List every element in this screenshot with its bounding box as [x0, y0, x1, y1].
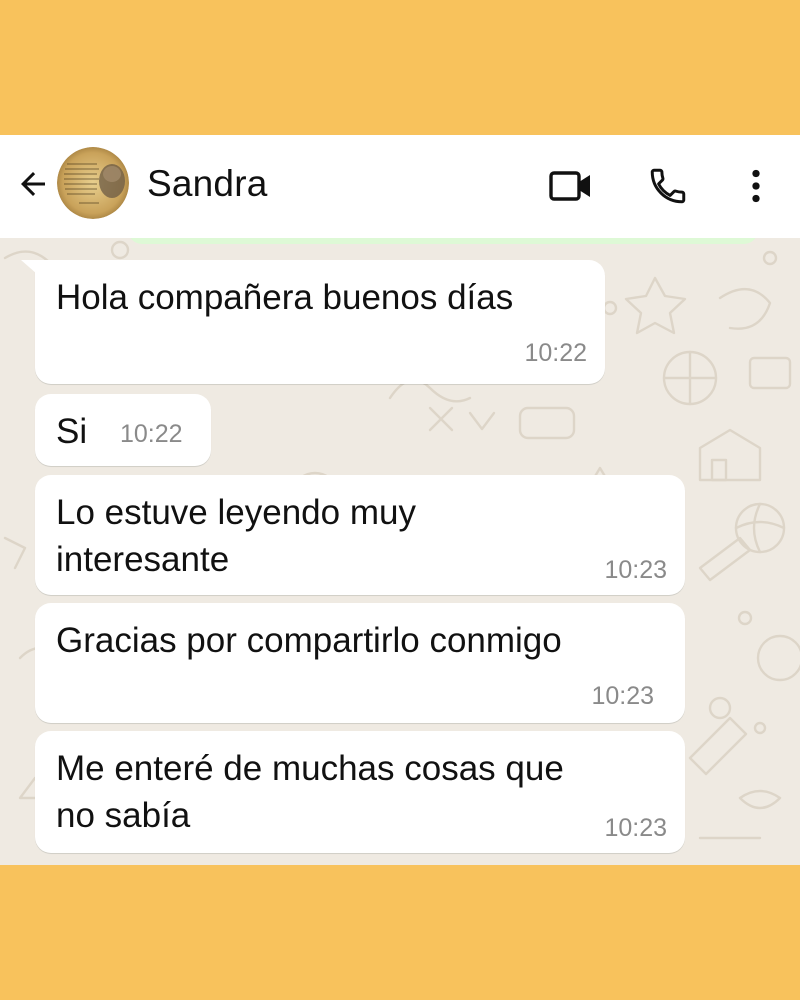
arrow-left-icon	[21, 172, 45, 196]
message-text: Si	[56, 412, 88, 451]
message-time: 10:23	[591, 682, 654, 710]
message-text: Lo estuve leyendo muy interesante	[56, 493, 416, 579]
contact-name[interactable]: Sandra	[147, 163, 268, 205]
message-time: 10:22	[524, 339, 587, 367]
previous-message-edge	[128, 238, 758, 244]
video-camera-icon	[549, 171, 590, 201]
message-bubble[interactable]: Hola compañera buenos días 10:22	[21, 260, 605, 384]
message-bubble[interactable]: Si 10:22	[35, 394, 211, 466]
message-text: Me enteré de muchas cosas que no sabía	[56, 749, 564, 835]
avatar[interactable]	[57, 147, 129, 219]
video-call-button[interactable]	[548, 163, 594, 209]
message-time: 10:23	[604, 814, 667, 842]
message-text: Hola compañera buenos días	[56, 278, 514, 317]
message-bubble[interactable]: Me enteré de muchas cosas que no sabía 1…	[35, 731, 685, 853]
avatar-image	[57, 147, 129, 219]
message-bubble[interactable]: Gracias por compartirlo conmigo 10:23	[35, 603, 685, 723]
chat-header: Sandra	[0, 135, 800, 238]
message-text: Gracias por compartirlo conmigo	[56, 621, 562, 660]
phone-icon	[650, 168, 686, 204]
message-time: 10:22	[120, 420, 183, 448]
bubble-tail	[21, 260, 37, 274]
voice-call-button[interactable]	[645, 163, 691, 209]
chat-window: Sandra Hola compañera buenos días 10:22 …	[0, 135, 800, 865]
more-vert-icon	[752, 169, 760, 203]
message-bubble[interactable]: Lo estuve leyendo muy interesante 10:23	[35, 475, 685, 595]
message-list[interactable]: Hola compañera buenos días 10:22 Si 10:2…	[0, 238, 800, 865]
message-time: 10:23	[604, 556, 667, 584]
back-button[interactable]	[14, 165, 52, 203]
more-options-button[interactable]	[733, 163, 779, 209]
